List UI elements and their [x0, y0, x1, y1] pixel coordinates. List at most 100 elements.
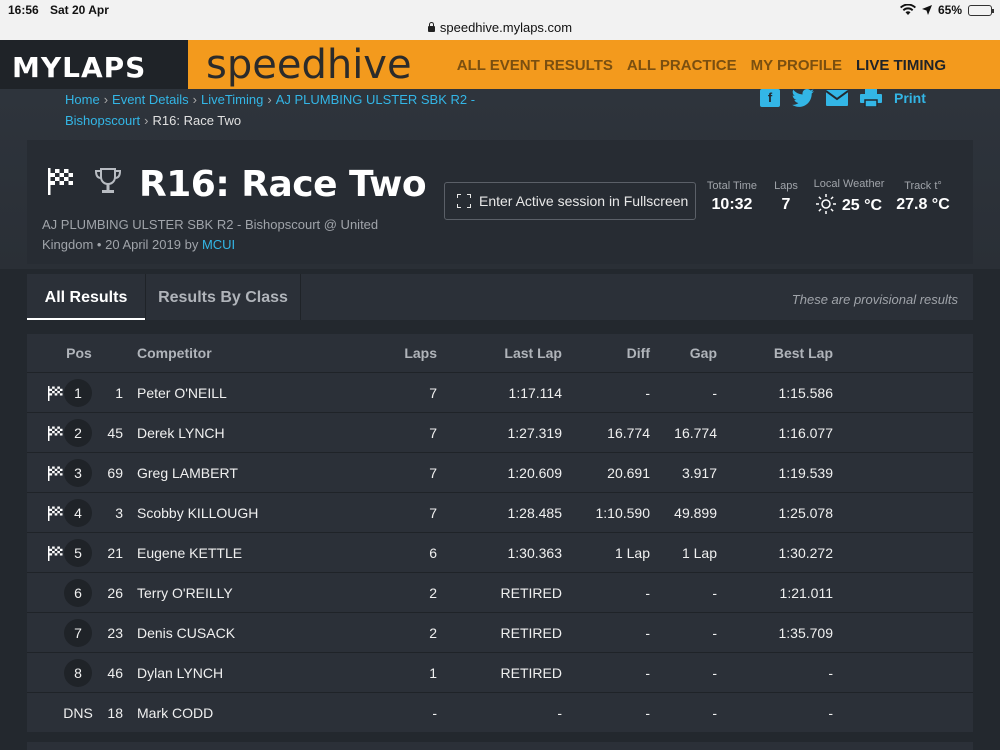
position-badge: 8	[64, 659, 92, 687]
results-table: Pos Competitor Laps Last Lap Diff Gap Be…	[27, 334, 973, 732]
breadcrumb-livetiming[interactable]: LiveTiming	[201, 92, 263, 107]
laps-value: 7	[429, 505, 437, 521]
printer-icon[interactable]	[860, 89, 882, 107]
table-row[interactable]: 3 69 Greg LAMBERT 7 1:20.609 20.691 3.917 1:19.…	[27, 452, 973, 492]
site-header: MYLAPS speedhive ALL EVENT RESULTS ALL P…	[0, 40, 1000, 89]
facebook-icon[interactable]: f	[760, 89, 780, 107]
position-badge: 7	[64, 619, 92, 647]
header-laps[interactable]: Laps	[387, 334, 437, 372]
diff-value: -	[645, 705, 650, 721]
event-author-link[interactable]: MCUI	[202, 237, 235, 252]
table-body: 1 1 Peter O'NEILL 7 1:17.114- -1:15.586 2 45 Der…	[27, 372, 973, 732]
last-lap-value: 1:20.609	[507, 465, 563, 481]
address-bar[interactable]: speedhive.mylaps.com	[0, 20, 1000, 40]
best-lap-value: -	[828, 705, 833, 721]
mail-icon[interactable]	[826, 90, 848, 106]
tab-all-results[interactable]: All Results	[27, 274, 145, 320]
competitor-name[interactable]: Terry O'REILLY	[137, 573, 233, 613]
diff-value: -	[645, 625, 650, 641]
wifi-icon	[899, 4, 916, 15]
best-lap-value: 1:35.709	[778, 625, 834, 641]
location-icon	[921, 5, 932, 15]
header-pos[interactable]: Pos	[54, 334, 104, 372]
competitor-name[interactable]: Peter O'NEILL	[137, 373, 227, 413]
last-lap-value: 1:28.485	[507, 505, 563, 521]
header-gap[interactable]: Gap	[647, 334, 717, 372]
mylaps-logo[interactable]: MYLAPS	[0, 40, 188, 89]
competitor-name[interactable]: Dylan LYNCH	[137, 653, 223, 693]
diff-value: -	[645, 585, 650, 601]
stat-total-time: Total Time 10:32	[703, 180, 761, 214]
nav-live-timing[interactable]: LIVE TIMING	[856, 57, 946, 74]
competitor-number: 23	[107, 625, 123, 641]
nav-all-practice[interactable]: ALL PRACTICE	[627, 57, 737, 74]
last-lap-value: RETIRED	[500, 665, 562, 681]
provisional-note: These are provisional results	[791, 292, 958, 307]
laps-value: 2	[429, 625, 437, 641]
competitor-name[interactable]: Denis CUSACK	[137, 613, 235, 653]
table-row[interactable]: 6 26 Terry O'REILLY 2 RETIRED - - 1:21.011	[27, 572, 973, 612]
breadcrumb-event-details[interactable]: Event Details	[112, 92, 189, 107]
breadcrumb-current: R16: Race Two	[152, 113, 242, 128]
competitor-name[interactable]: Scobby KILLOUGH	[137, 493, 258, 533]
next-section	[27, 742, 973, 750]
chevron-right-icon: ›	[103, 92, 109, 107]
diff-value: -	[645, 665, 650, 681]
table-header: Pos Competitor Laps Last Lap Diff Gap Be…	[27, 334, 973, 372]
competitor-name[interactable]: Mark CODD	[137, 693, 213, 733]
table-row[interactable]: 2 45 Derek LYNCH 7 1:27.319 16.774 16.774 1:16.…	[27, 412, 973, 452]
competitor-number: 18	[107, 705, 123, 721]
fullscreen-button[interactable]: Enter Active session in Fullscreen	[444, 182, 696, 220]
stat-value: 27.8 °C	[896, 196, 950, 213]
nav-all-event-results[interactable]: ALL EVENT RESULTS	[457, 57, 613, 74]
main-nav: ALL EVENT RESULTS ALL PRACTICE MY PROFIL…	[457, 57, 946, 74]
table-row[interactable]: 5 21 Eugene KETTLE 6 1:30.363 1 Lap 1 Lap 1:30.…	[27, 532, 973, 572]
header-diff[interactable]: Diff	[557, 334, 650, 372]
stat-value: 7	[781, 196, 791, 213]
stat-label: Laps	[774, 180, 798, 192]
table-row[interactable]: 8 46 Dylan LYNCH 1 RETIRED - - -	[27, 652, 973, 692]
gap-value: -	[712, 665, 717, 681]
competitor-name[interactable]: Eugene KETTLE	[137, 533, 242, 573]
header-last-lap[interactable]: Last Lap	[467, 334, 562, 372]
stat-laps: Laps 7	[767, 180, 805, 214]
competitor-number: 46	[107, 665, 123, 681]
last-lap-value: RETIRED	[500, 625, 562, 641]
sun-icon	[815, 194, 836, 214]
best-lap-value: 1:16.077	[778, 425, 834, 441]
weather-temp: 25 °C	[841, 197, 883, 214]
diff-value: -	[645, 385, 650, 401]
lock-icon	[427, 22, 435, 32]
event-card: R16: Race Two AJ PLUMBING ULSTER SBK R2 …	[27, 140, 973, 264]
position-badge: 2	[64, 419, 92, 447]
position-label: DNS	[63, 705, 93, 721]
best-lap-value: 1:30.272	[778, 545, 834, 561]
header-best-lap[interactable]: Best Lap	[737, 334, 833, 372]
twitter-icon[interactable]	[792, 89, 814, 107]
best-lap-value: 1:15.586	[778, 385, 834, 401]
tab-results-by-class[interactable]: Results By Class	[145, 274, 301, 320]
competitor-name[interactable]: Derek LYNCH	[137, 413, 225, 453]
position-badge: 3	[64, 459, 92, 487]
laps-value: 7	[429, 465, 437, 481]
stat-value: 25 °C	[811, 194, 887, 215]
competitor-number: 45	[107, 425, 123, 441]
gap-value: 1 Lap	[681, 545, 717, 561]
table-row[interactable]: 1 1 Peter O'NEILL 7 1:17.114 - - 1:15.586	[27, 372, 973, 412]
nav-my-profile[interactable]: MY PROFILE	[751, 57, 842, 74]
header-competitor[interactable]: Competitor	[137, 334, 212, 372]
battery-percent: 65%	[937, 3, 962, 17]
breadcrumb-home[interactable]: Home	[65, 92, 100, 107]
table-row[interactable]: 7 23 Denis CUSACK 2 RETIRED - - 1:35.709	[27, 612, 973, 652]
position-badge: 6	[64, 579, 92, 607]
speedhive-brand[interactable]: speedhive	[206, 42, 412, 88]
competitor-name[interactable]: Greg LAMBERT	[137, 453, 238, 493]
table-row[interactable]: DNS 18 Mark CODD - - - - -	[27, 692, 973, 732]
stat-label: Total Time	[706, 180, 758, 192]
stat-label: Local Weather	[813, 178, 885, 190]
print-link[interactable]: Print	[894, 90, 926, 106]
stat-value: 10:32	[711, 196, 753, 213]
last-lap-value: 1:27.319	[507, 425, 563, 441]
table-row[interactable]: 4 3 Scobby KILLOUGH 7 1:28.485 1:10.590 49.899…	[27, 492, 973, 532]
checkered-flag-icon	[48, 466, 63, 481]
